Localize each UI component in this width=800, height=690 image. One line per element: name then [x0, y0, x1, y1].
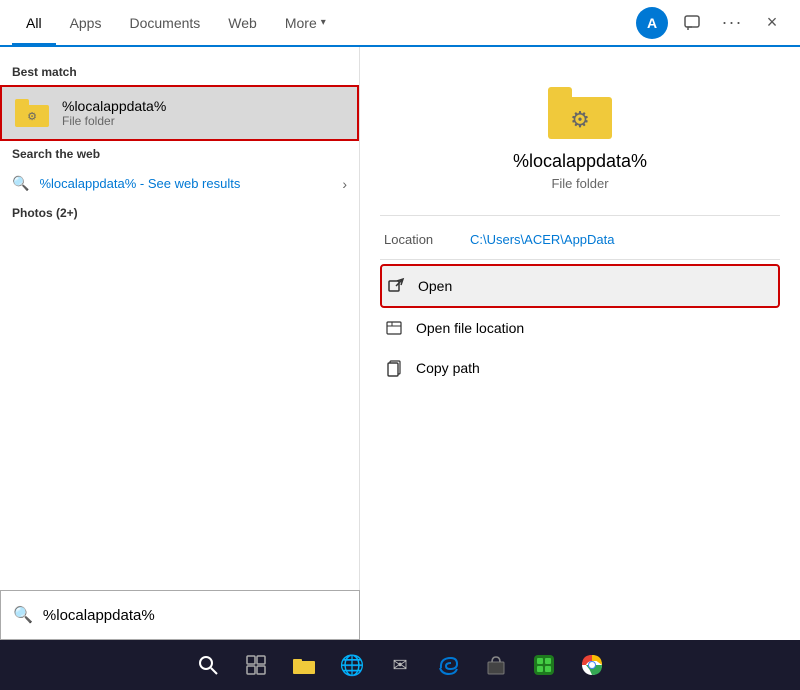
- open-file-location-icon-svg: [385, 319, 403, 337]
- search-bar: 🔍: [0, 590, 360, 640]
- action-open-label: Open: [418, 278, 452, 294]
- taskbar-ie-icon: 🌐: [340, 653, 365, 678]
- result-text: %localappdata% File folder: [62, 98, 345, 128]
- detail-header: ⚙ %localappdata% File folder: [380, 67, 780, 207]
- open-icon: [386, 276, 406, 296]
- result-title: %localappdata%: [62, 98, 345, 114]
- folder-gear-icon: ⚙: [27, 110, 37, 123]
- search-web-item[interactable]: 🔍 %localappdata% - See web results ›: [0, 167, 359, 200]
- result-item-localappdata[interactable]: ⚙ %localappdata% File folder: [0, 85, 359, 141]
- taskbar-taskview-button[interactable]: [236, 645, 276, 685]
- tab-all[interactable]: All: [12, 0, 56, 45]
- action-open[interactable]: Open: [380, 264, 780, 308]
- copy-path-icon: [384, 358, 404, 378]
- folder-icon: ⚙: [15, 99, 49, 127]
- divider-2: [380, 259, 780, 260]
- taskbar-xbox-button[interactable]: [524, 645, 564, 685]
- feedback-icon: [683, 14, 701, 32]
- taskbar: 🌐 ✉: [0, 640, 800, 690]
- detail-subtitle: File folder: [551, 176, 608, 191]
- tab-web[interactable]: Web: [214, 0, 271, 45]
- taskbar-edge-icon: [437, 654, 459, 676]
- taskbar-search-icon: [197, 654, 219, 676]
- close-button[interactable]: ×: [756, 7, 788, 39]
- search-web-icon: 🔍: [12, 175, 29, 192]
- taskbar-store-icon: [485, 654, 507, 676]
- best-match-label: Best match: [0, 59, 359, 85]
- open-icon-svg: [387, 277, 405, 295]
- taskbar-ie-button[interactable]: 🌐: [332, 645, 372, 685]
- chevron-down-icon: ▾: [321, 17, 326, 28]
- photos-label: Photos (2+): [0, 200, 359, 226]
- search-input[interactable]: [43, 607, 347, 624]
- action-open-file-label: Open file location: [416, 320, 524, 336]
- location-label: Location: [384, 232, 454, 247]
- copy-path-icon-svg: [385, 359, 403, 377]
- feedback-button[interactable]: [676, 7, 708, 39]
- taskbar-chrome-button[interactable]: [572, 645, 612, 685]
- taskbar-chrome-icon: [581, 654, 603, 676]
- taskbar-mail-icon: ✉: [392, 655, 407, 676]
- divider-1: [380, 215, 780, 216]
- search-web-label: Search the web: [0, 141, 359, 167]
- more-options-button[interactable]: ···: [716, 7, 748, 39]
- detail-folder-icon: ⚙: [548, 87, 612, 139]
- location-path[interactable]: C:\Users\ACER\AppData: [470, 232, 615, 247]
- tab-documents[interactable]: Documents: [115, 0, 214, 45]
- detail-folder-gear-icon: ⚙: [570, 107, 590, 133]
- avatar[interactable]: A: [636, 7, 668, 39]
- taskbar-explorer-icon: [292, 655, 316, 675]
- left-panel: Best match ⚙ %localappdata% File folder …: [0, 47, 360, 640]
- search-window: All Apps Documents Web More ▾ A: [0, 0, 800, 640]
- search-web-text: %localappdata% - See web results: [39, 176, 240, 191]
- taskbar-edge-button[interactable]: [428, 645, 468, 685]
- tab-more[interactable]: More ▾: [271, 0, 340, 45]
- action-copy-path[interactable]: Copy path: [380, 348, 780, 388]
- taskbar-explorer-button[interactable]: [284, 645, 324, 685]
- search-bar-icon: 🔍: [13, 605, 33, 625]
- top-nav: All Apps Documents Web More ▾ A: [0, 0, 800, 47]
- open-file-location-icon: [384, 318, 404, 338]
- folder-icon-container: ⚙: [14, 95, 50, 131]
- content-area: Best match ⚙ %localappdata% File folder …: [0, 47, 800, 640]
- detail-title: %localappdata%: [513, 151, 647, 172]
- nav-tabs: All Apps Documents Web More ▾: [12, 0, 636, 45]
- result-subtitle: File folder: [62, 114, 345, 128]
- chevron-right-icon: ›: [342, 176, 347, 192]
- taskbar-xbox-icon: [533, 654, 555, 676]
- nav-right: A ··· ×: [636, 7, 788, 39]
- right-panel: ⚙ %localappdata% File folder Location C:…: [360, 47, 800, 640]
- taskbar-store-button[interactable]: [476, 645, 516, 685]
- taskbar-mail-button[interactable]: ✉: [380, 645, 420, 685]
- taskbar-search-button[interactable]: [188, 645, 228, 685]
- tab-apps[interactable]: Apps: [56, 0, 116, 45]
- action-copy-path-label: Copy path: [416, 360, 480, 376]
- action-open-file-location[interactable]: Open file location: [380, 308, 780, 348]
- location-row: Location C:\Users\ACER\AppData: [380, 224, 780, 255]
- taskbar-taskview-icon: [245, 654, 267, 676]
